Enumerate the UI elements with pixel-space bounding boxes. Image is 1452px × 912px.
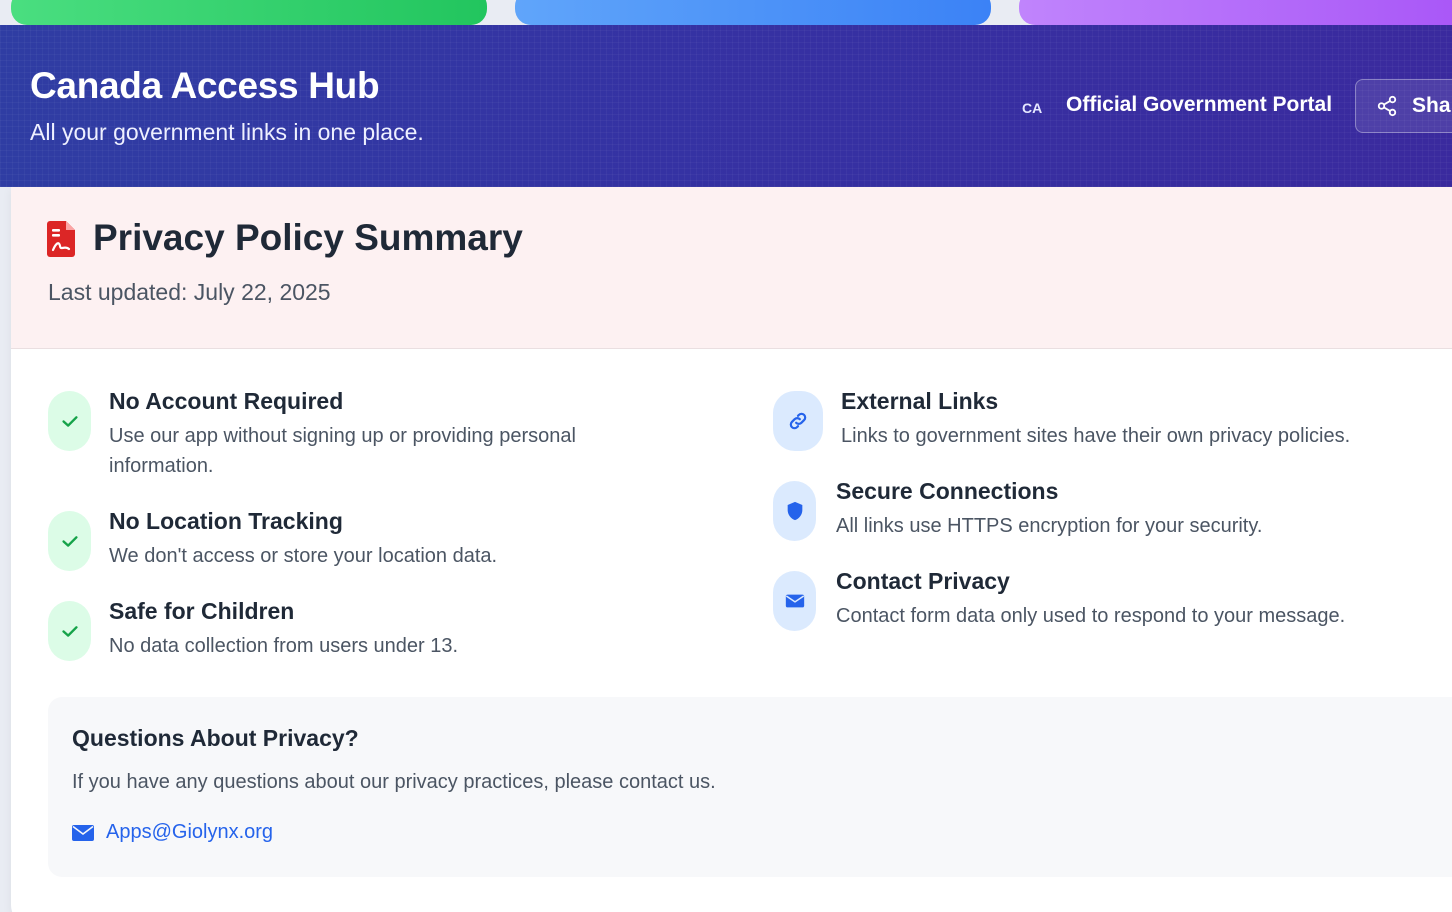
envelope-badge <box>773 571 816 631</box>
feature-description: Contact form data only used to respond t… <box>836 605 1346 627</box>
feature-secure-connections: Secure Connections All links use HTTPS e… <box>773 478 1433 541</box>
envelope-icon <box>72 824 94 841</box>
feature-no-location: No Location Tracking We don't access or … <box>48 508 708 571</box>
feature-description: No data collection from users under 13. <box>109 635 459 657</box>
pdf-file-icon <box>47 221 75 257</box>
shield-icon <box>787 501 802 521</box>
questions-description: If you have any questions about our priv… <box>72 771 716 793</box>
top-tab-green[interactable] <box>11 0 487 25</box>
check-badge <box>48 511 91 571</box>
app-subtitle: All your government links in one place. <box>30 119 424 145</box>
app-title: Canada Access Hub <box>30 65 380 106</box>
feature-external-links: External Links Links to government sites… <box>773 388 1433 451</box>
check-icon <box>61 536 78 547</box>
shield-badge <box>773 481 816 541</box>
country-code-badge: CA <box>1022 100 1043 116</box>
check-badge <box>48 601 91 661</box>
share-icon <box>1377 95 1397 117</box>
share-button-label: Sha <box>1412 94 1451 117</box>
last-updated-text: Last updated: July 22, 2025 <box>48 279 331 305</box>
top-tab-purple[interactable] <box>1019 0 1452 25</box>
privacy-title: Privacy Policy Summary <box>93 217 523 258</box>
feature-title: Safe for Children <box>109 598 295 624</box>
share-button[interactable]: Sha <box>1355 79 1452 133</box>
questions-title: Questions About Privacy? <box>72 725 359 751</box>
top-tab-blue[interactable] <box>515 0 991 25</box>
questions-box: Questions About Privacy? If you have any… <box>48 697 1452 877</box>
feature-no-account: No Account Required Use our app without … <box>48 388 708 481</box>
feature-title: Contact Privacy <box>836 568 1010 594</box>
feature-description: All links use HTTPS encryption for your … <box>836 515 1263 537</box>
feature-safe-children: Safe for Children No data collection fro… <box>48 598 708 661</box>
feature-contact-privacy: Contact Privacy Contact form data only u… <box>773 568 1433 631</box>
portal-label: Official Government Portal <box>1066 93 1333 116</box>
check-badge <box>48 391 91 451</box>
feature-title: No Location Tracking <box>109 508 343 534</box>
privacy-card: Privacy Policy Summary Last updated: Jul… <box>11 187 1452 912</box>
envelope-icon <box>785 594 804 608</box>
contact-email-text: Apps@Giolynx.org <box>106 821 274 843</box>
link-badge <box>773 391 823 451</box>
app-header: Canada Access Hub All your government li… <box>0 25 1452 187</box>
link-icon <box>789 412 807 430</box>
contact-email-link[interactable]: Apps@Giolynx.org <box>72 821 273 844</box>
feature-title: No Account Required <box>109 388 344 414</box>
check-icon <box>61 416 78 427</box>
app-page: Canada Access Hub All your government li… <box>0 0 1452 912</box>
feature-description: Use our app without signing up or provid… <box>109 425 576 477</box>
feature-title: Secure Connections <box>836 478 1059 504</box>
check-icon <box>61 626 78 637</box>
feature-description: Links to government sites have their own… <box>841 425 1351 447</box>
feature-title: External Links <box>841 388 999 414</box>
feature-description: We don't access or store your location d… <box>109 545 498 567</box>
privacy-card-header: Privacy Policy Summary Last updated: Jul… <box>11 187 1452 349</box>
